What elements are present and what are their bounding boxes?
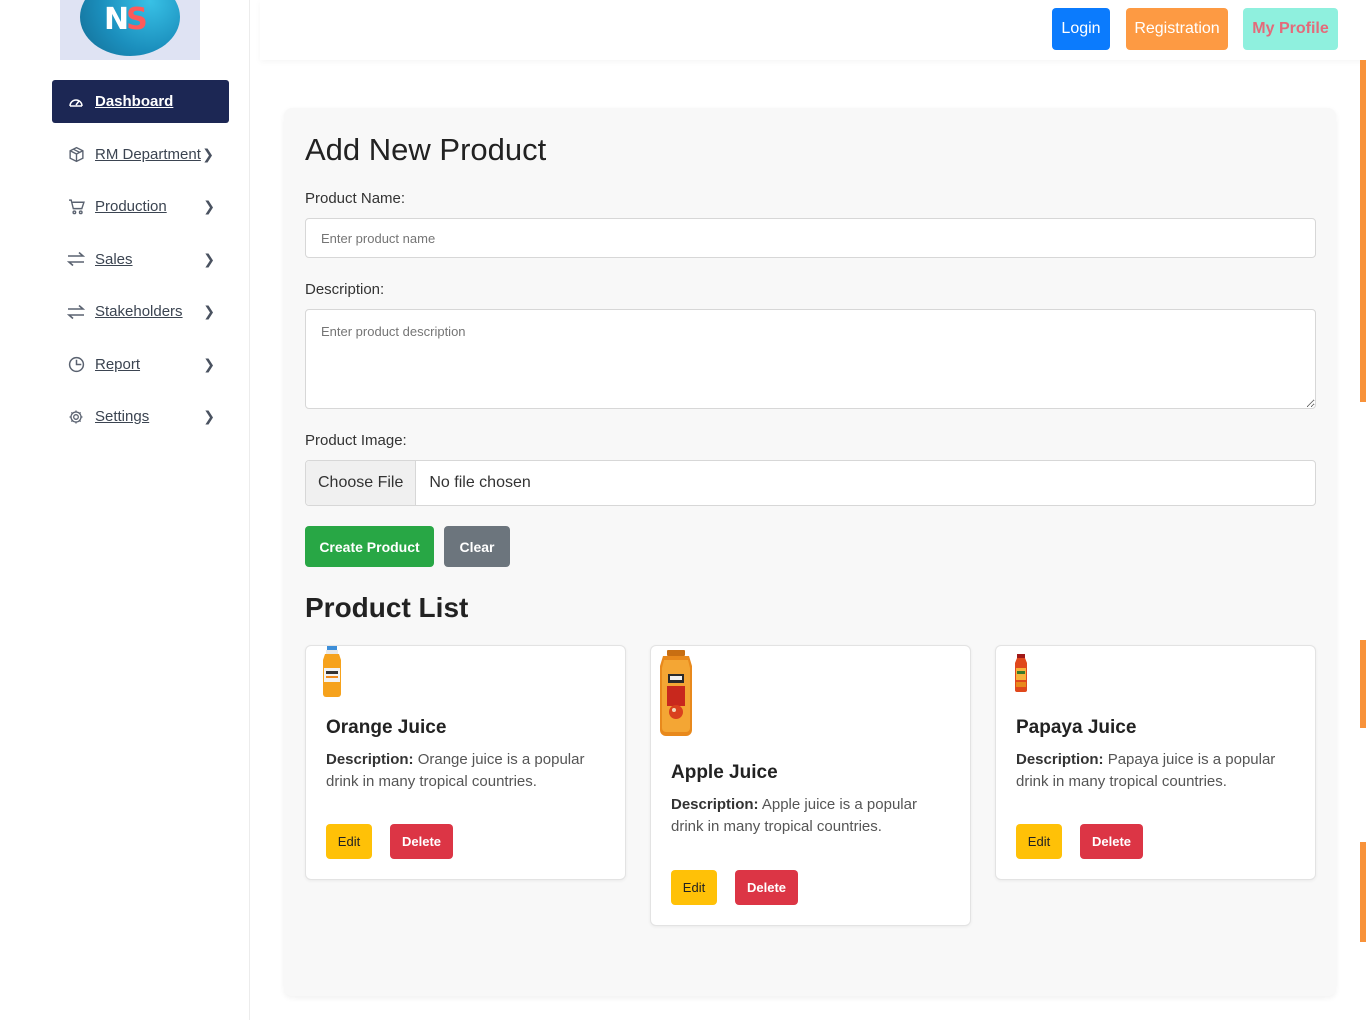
chevron-right-icon: ❯ xyxy=(203,250,215,267)
delete-button[interactable]: Delete xyxy=(390,824,453,859)
product-name: Papaya Juice xyxy=(1016,717,1137,738)
file-status: No file chosen xyxy=(429,474,531,491)
product-description: Description: Apple juice is a popular dr… xyxy=(671,796,917,835)
sidebar-item-production[interactable]: Production ❯ xyxy=(52,185,229,228)
main-content-card: Add New Product Product Name: Descriptio… xyxy=(284,108,1336,996)
description-textarea[interactable] xyxy=(305,309,1316,409)
cart-icon xyxy=(67,198,85,216)
sidebar-item-rm-department[interactable]: RM Department ❯ xyxy=(52,133,229,176)
product-description: Description: Orange juice is a popular d… xyxy=(326,751,585,790)
product-image-label: Product Image: xyxy=(305,432,407,449)
scrollbar-accent xyxy=(1360,842,1366,942)
clear-button[interactable]: Clear xyxy=(444,526,510,567)
registration-button[interactable]: Registration xyxy=(1126,8,1228,50)
chevron-right-icon: ❯ xyxy=(202,145,214,162)
sidebar-item-label: Report xyxy=(95,355,141,373)
sidebar-item-label: Sales xyxy=(95,250,133,268)
gear-icon xyxy=(67,408,85,426)
box-icon xyxy=(67,145,85,163)
delete-button[interactable]: Delete xyxy=(735,870,798,905)
chevron-right-icon: ❯ xyxy=(203,355,215,372)
sidebar-item-label: Settings xyxy=(95,408,150,425)
edit-button[interactable]: Edit xyxy=(671,870,717,905)
product-card: Orange Juice Description: Orange juice i… xyxy=(305,645,626,880)
description-label: Description: xyxy=(305,281,385,298)
delete-button[interactable]: Delete xyxy=(1080,824,1143,859)
sidebar-item-label: Stakeholders xyxy=(95,303,183,320)
exchange-icon xyxy=(67,303,85,321)
sidebar-item-label: Production xyxy=(95,198,167,215)
edit-button[interactable]: Edit xyxy=(1016,824,1062,859)
exchange-icon xyxy=(67,250,85,268)
top-bar: Login Registration My Profile xyxy=(260,0,1366,60)
my-profile-button[interactable]: My Profile xyxy=(1243,8,1338,50)
gauge-icon xyxy=(67,93,85,111)
sidebar-item-report[interactable]: Report ❯ xyxy=(52,343,229,386)
edit-button[interactable]: Edit xyxy=(326,824,372,859)
logo-text: NS xyxy=(104,2,148,37)
login-button[interactable]: Login xyxy=(1052,8,1110,50)
sidebar: NS Dashboard RM Department ❯ Production … xyxy=(0,0,250,1020)
product-image xyxy=(320,646,344,703)
sidebar-item-sales[interactable]: Sales ❯ xyxy=(52,238,229,281)
chevron-right-icon: ❯ xyxy=(203,303,215,319)
create-product-button[interactable]: Create Product xyxy=(305,526,434,567)
product-name-input[interactable] xyxy=(305,218,1316,258)
choose-file-button[interactable]: Choose File xyxy=(306,461,417,505)
product-image xyxy=(1012,654,1030,699)
clock-icon xyxy=(67,355,85,373)
sidebar-item-label: RM Department xyxy=(95,145,201,163)
sidebar-item-stakeholders[interactable]: Stakeholders ❯ xyxy=(52,290,229,333)
logo[interactable]: NS xyxy=(60,0,200,60)
chevron-right-icon: ❯ xyxy=(203,408,215,424)
chevron-right-icon: ❯ xyxy=(203,198,215,214)
product-description: Description: Papaya juice is a popular d… xyxy=(1016,751,1276,790)
product-card: Apple Juice Description: Apple juice is … xyxy=(650,645,971,926)
product-name: Orange Juice xyxy=(326,717,447,738)
product-name-label: Product Name: xyxy=(305,190,406,207)
product-image xyxy=(655,650,697,743)
product-list-title: Product List xyxy=(305,592,469,623)
sidebar-nav: Dashboard RM Department ❯ Production ❯ S… xyxy=(52,80,229,448)
product-card: Papaya Juice Description: Papaya juice i… xyxy=(995,645,1316,880)
form-title: Add New Product xyxy=(305,132,547,167)
scrollbar-accent xyxy=(1360,60,1366,402)
product-image-file-input[interactable]: Choose File No file chosen xyxy=(305,460,1316,506)
sidebar-item-settings[interactable]: Settings ❯ xyxy=(52,395,229,438)
scrollbar-accent xyxy=(1360,640,1366,728)
sidebar-item-dashboard[interactable]: Dashboard xyxy=(52,80,229,123)
product-name: Apple Juice xyxy=(671,762,778,783)
sidebar-item-label: Dashboard xyxy=(95,93,174,110)
